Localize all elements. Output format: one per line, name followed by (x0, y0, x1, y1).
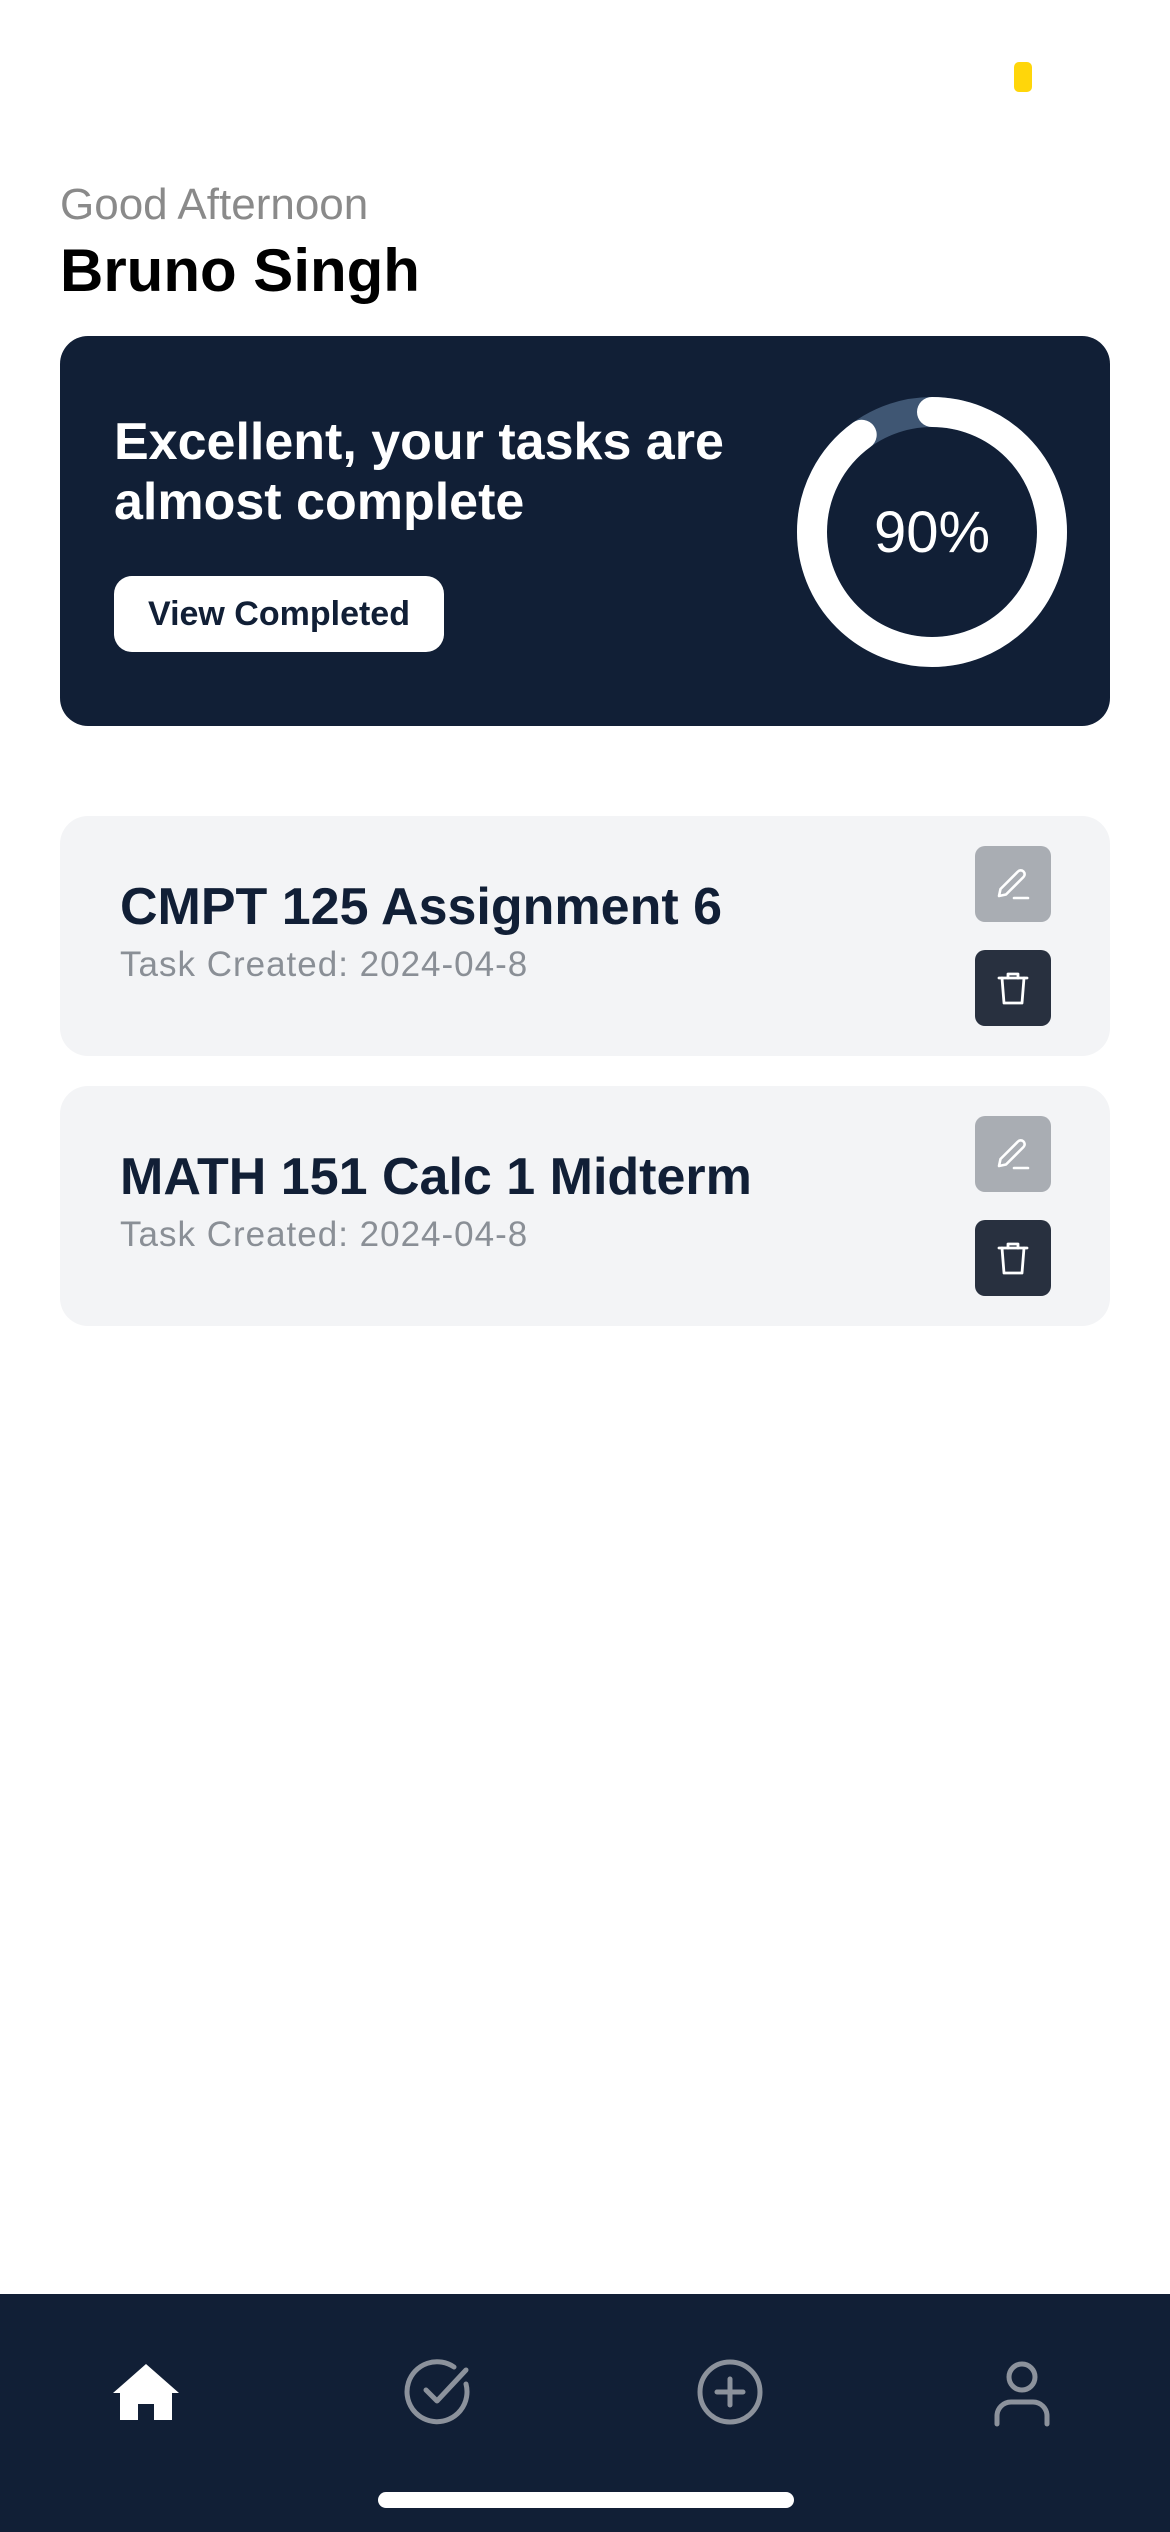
status-indicator-dot (1014, 62, 1032, 92)
task-card[interactable]: CMPT 125 Assignment 6 Task Created: 2024… (60, 816, 1110, 1056)
nav-profile[interactable] (982, 2352, 1062, 2432)
edit-task-button[interactable] (975, 846, 1051, 922)
delete-task-button[interactable] (975, 1220, 1051, 1296)
nav-completed[interactable] (398, 2352, 478, 2432)
view-completed-button[interactable]: View Completed (114, 576, 444, 652)
delete-task-button[interactable] (975, 950, 1051, 1026)
greeting-text: Good Afternoon (60, 180, 369, 229)
pencil-icon (997, 869, 1030, 900)
progress-card: Excellent, your tasks are almost complet… (60, 336, 1110, 726)
task-title: MATH 151 Calc 1 Midterm (120, 1148, 752, 1206)
trash-icon (997, 1242, 1029, 1275)
task-created-date: Task Created: 2024-04-8 (120, 945, 529, 984)
progress-message: Excellent, your tasks are almost complet… (114, 413, 724, 531)
progress-ring: 90% (792, 392, 1072, 672)
user-name: Bruno Singh (60, 237, 420, 304)
bottom-navigation (0, 2294, 1170, 2532)
home-indicator (378, 2492, 794, 2508)
progress-percent-label: 90% (873, 499, 991, 565)
nav-home[interactable] (106, 2352, 186, 2432)
task-created-date: Task Created: 2024-04-8 (120, 1215, 529, 1254)
edit-task-button[interactable] (975, 1116, 1051, 1192)
nav-add-task[interactable] (690, 2352, 770, 2432)
task-card[interactable]: MATH 151 Calc 1 Midterm Task Created: 20… (60, 1086, 1110, 1326)
user-icon (994, 2361, 1050, 2427)
check-circle-icon (404, 2359, 470, 2425)
pencil-icon (997, 1139, 1030, 1170)
plus-circle-icon (697, 2359, 763, 2425)
trash-icon (997, 972, 1029, 1005)
home-icon (113, 2364, 179, 2420)
task-title: CMPT 125 Assignment 6 (120, 878, 723, 936)
